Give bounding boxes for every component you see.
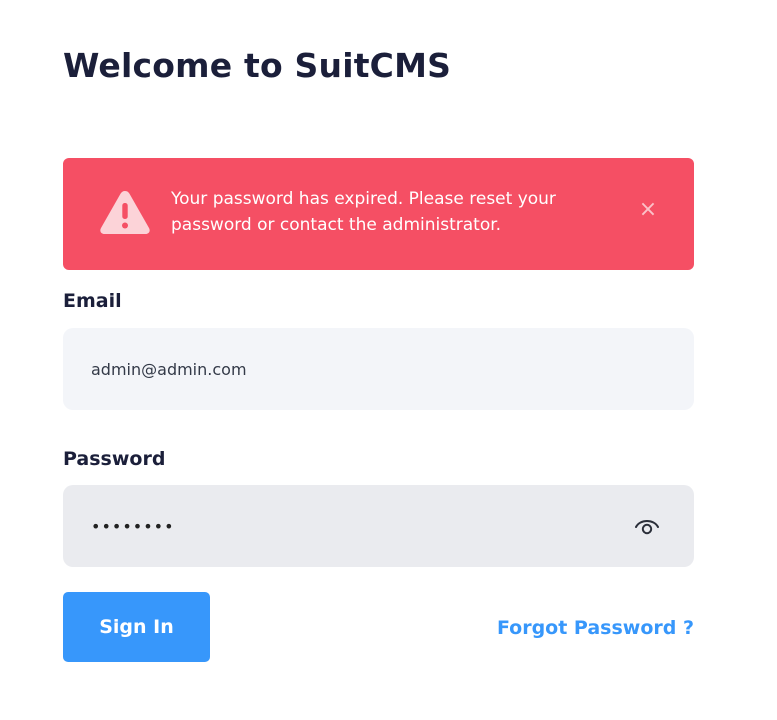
forgot-password-link[interactable]: Forgot Password ? — [497, 617, 694, 639]
warning-triangle-icon — [98, 188, 152, 236]
password-label: Password — [63, 448, 166, 470]
email-field-container — [63, 328, 694, 410]
password-field[interactable] — [91, 485, 611, 567]
page-title: Welcome to SuitCMS — [63, 46, 452, 85]
password-expired-alert: Your password has expired. Please reset … — [63, 158, 694, 270]
eye-icon[interactable] — [633, 513, 661, 539]
password-field-container — [63, 485, 694, 567]
login-page: Welcome to SuitCMS Your password has exp… — [0, 0, 777, 720]
email-label: Email — [63, 290, 122, 312]
close-icon[interactable]: × — [636, 198, 660, 222]
email-field[interactable] — [91, 328, 611, 410]
alert-message: Your password has expired. Please reset … — [171, 189, 556, 235]
sign-in-button[interactable]: Sign In — [63, 592, 210, 662]
